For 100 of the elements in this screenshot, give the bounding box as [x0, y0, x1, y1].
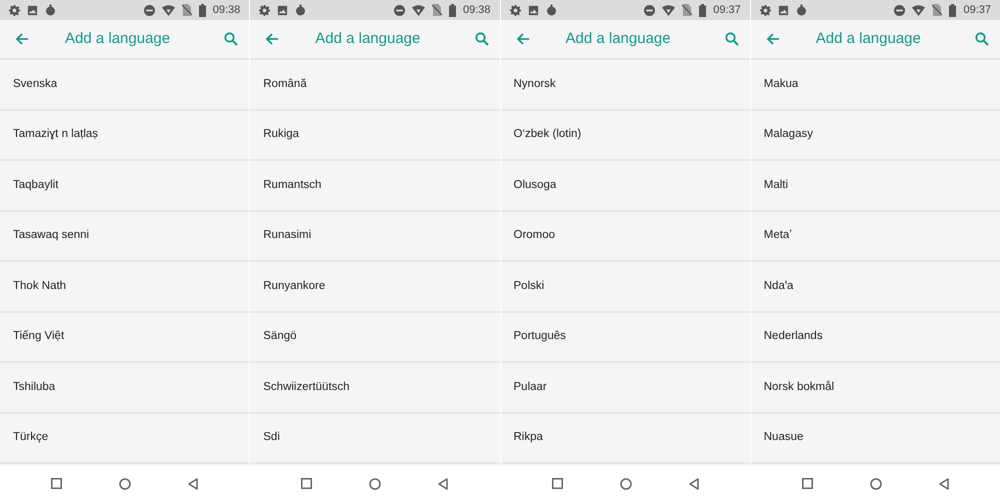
home-button[interactable]	[870, 478, 882, 490]
home-circle-icon	[870, 478, 882, 490]
language-item[interactable]: Português	[500, 312, 750, 363]
search-icon	[724, 32, 739, 46]
screen-title: Add a language	[816, 28, 922, 49]
language-item[interactable]: Tiếng Việt	[0, 312, 250, 363]
language-item[interactable]: Taqbaylit	[0, 161, 250, 212]
overview-square-icon	[552, 478, 563, 489]
battery-icon	[198, 4, 206, 16]
back-triangle-icon	[438, 478, 448, 490]
round-icon	[796, 4, 807, 16]
back-button[interactable]	[514, 31, 530, 47]
overview-button[interactable]	[802, 478, 813, 489]
back-arrow-icon	[265, 32, 280, 46]
language-item[interactable]: Metaʼ	[750, 212, 1000, 262]
do-not-disturb-icon	[394, 4, 405, 16]
language-item[interactable]: Olusoga	[500, 161, 750, 212]
wifi-icon	[912, 4, 926, 16]
search-button[interactable]	[474, 31, 490, 47]
overview-button[interactable]	[301, 478, 312, 489]
language-item[interactable]: Tasawaq senni	[0, 212, 250, 262]
language-item[interactable]: Thok Nath	[0, 262, 250, 312]
language-item[interactable]: O‘zbek (lotin)	[500, 110, 750, 161]
overview-button[interactable]	[51, 478, 62, 489]
clock-time: 09:37	[713, 2, 741, 18]
do-not-disturb-icon	[894, 4, 906, 16]
screen-title: Add a language	[315, 28, 422, 49]
search-button[interactable]	[223, 31, 240, 47]
image-icon	[778, 4, 789, 16]
language-item[interactable]: Makua	[750, 60, 1000, 110]
do-not-disturb-icon	[144, 4, 155, 16]
language-item[interactable]: Nuasue	[750, 414, 1000, 464]
language-item[interactable]: Malagasy	[750, 110, 1000, 161]
back-triangle-icon	[688, 478, 699, 490]
back-nav-button[interactable]	[438, 478, 448, 490]
search-button[interactable]	[974, 31, 990, 47]
language-item[interactable]: Nynorsk	[500, 60, 750, 110]
home-button[interactable]	[620, 478, 632, 490]
language-item[interactable]: Rukiga	[250, 110, 500, 161]
search-icon	[474, 32, 488, 46]
clock-time: 09:38	[212, 2, 240, 18]
language-item[interactable]: Runasimi	[250, 212, 500, 262]
gear-icon	[760, 4, 771, 16]
gear-icon	[510, 4, 520, 16]
back-nav-button[interactable]	[188, 478, 198, 490]
overview-square-icon	[301, 478, 312, 489]
back-button[interactable]	[264, 31, 280, 47]
gear-icon	[259, 4, 270, 16]
back-nav-button[interactable]	[938, 478, 949, 490]
image-icon	[277, 4, 288, 16]
round-icon	[295, 4, 306, 16]
language-item[interactable]: Română	[250, 60, 500, 110]
back-triangle-icon	[188, 478, 198, 490]
gear-icon	[9, 4, 20, 16]
battery-icon	[699, 4, 706, 16]
language-item[interactable]: Norsk bokmål	[750, 363, 1000, 414]
clock-time: 09:38	[462, 2, 490, 18]
back-button[interactable]	[14, 31, 30, 47]
clock-time: 09:37	[963, 2, 991, 18]
language-item[interactable]: Schwiizertüütsch	[250, 363, 500, 414]
no-sim-icon	[932, 4, 942, 16]
round-icon	[546, 4, 556, 16]
language-item[interactable]: Türkçe	[0, 414, 250, 464]
image-icon	[27, 4, 38, 16]
language-item[interactable]: Pulaar	[500, 363, 750, 414]
overview-square-icon	[802, 478, 813, 489]
no-sim-icon	[182, 4, 192, 16]
home-circle-icon	[119, 478, 132, 490]
wifi-icon	[162, 4, 175, 16]
back-nav-button[interactable]	[688, 478, 699, 490]
language-item[interactable]: Tamaziɣt n laṭlaṣ	[0, 110, 250, 161]
search-icon	[224, 32, 238, 46]
language-item[interactable]: Oromoo	[500, 212, 750, 262]
search-icon	[975, 32, 989, 46]
back-arrow-icon	[516, 32, 530, 46]
language-item[interactable]: Svenska	[0, 60, 250, 110]
back-button[interactable]	[764, 31, 781, 47]
no-sim-icon	[682, 4, 692, 16]
search-button[interactable]	[724, 31, 740, 47]
language-item[interactable]: Sdi	[250, 414, 500, 464]
language-item[interactable]: Polski	[500, 262, 750, 312]
overview-button[interactable]	[552, 478, 563, 489]
back-triangle-icon	[938, 478, 949, 490]
language-item[interactable]: Runyankore	[250, 262, 500, 312]
screen-title: Add a language	[566, 28, 672, 49]
battery-icon	[448, 4, 456, 16]
home-button[interactable]	[369, 478, 382, 490]
language-item[interactable]: Malti	[750, 161, 1000, 212]
no-sim-icon	[432, 4, 442, 16]
language-item[interactable]: Rikpa	[500, 414, 750, 464]
language-item[interactable]: Nederlands	[750, 312, 1000, 363]
language-item[interactable]: Ndaꞌa	[750, 262, 1000, 312]
do-not-disturb-icon	[644, 4, 656, 16]
language-item[interactable]: Rumantsch	[250, 161, 500, 212]
home-button[interactable]	[119, 478, 132, 490]
language-item[interactable]: Sängö	[250, 312, 500, 363]
screen-title: Add a language	[65, 28, 172, 49]
back-arrow-icon	[15, 32, 29, 46]
language-item[interactable]: Tshiluba	[0, 363, 250, 414]
round-icon	[45, 4, 56, 16]
